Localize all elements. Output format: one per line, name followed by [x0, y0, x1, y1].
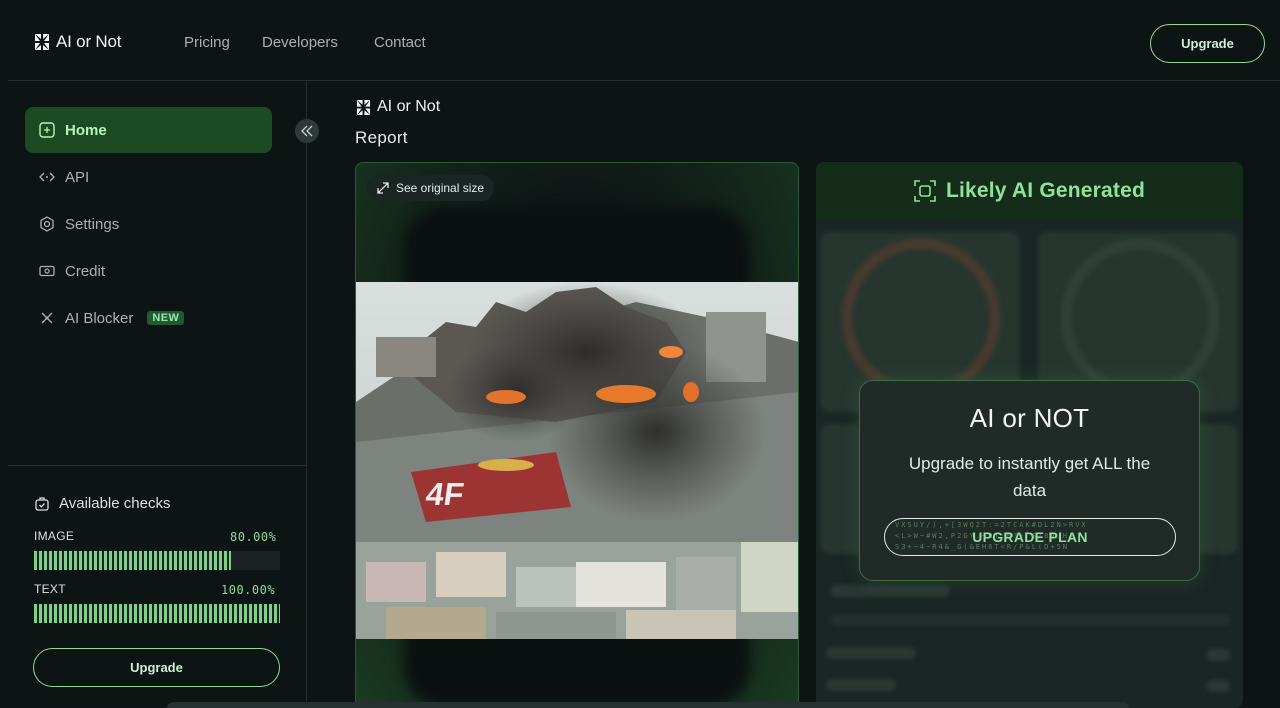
text-meter-value: 100.00%	[221, 583, 276, 597]
image-meter-fill	[34, 551, 231, 570]
available-checks-title: Available checks	[34, 495, 170, 512]
bottom-bar	[166, 702, 1130, 708]
home-icon	[39, 122, 55, 138]
blurred-row	[1206, 649, 1230, 661]
expand-icon	[377, 182, 389, 194]
logo-icon	[35, 34, 49, 50]
available-checks-label: Available checks	[59, 495, 171, 512]
sidebar-item-settings[interactable]: Settings	[25, 201, 272, 247]
nav-contact[interactable]: Contact	[374, 34, 426, 51]
sidebar-item-home[interactable]: Home	[25, 107, 272, 153]
sidebar-item-label: Home	[65, 121, 107, 139]
blurred-row	[826, 647, 916, 659]
sidebar-item-label: AI Blocker	[65, 309, 134, 327]
modal-title: AI or NOT	[969, 403, 1090, 433]
collapse-sidebar-button[interactable]	[295, 119, 319, 143]
upgrade-modal: AI or NOT Upgrade to instantly get ALL t…	[859, 380, 1200, 581]
image-meter-label: IMAGE	[34, 529, 75, 543]
sidebar-item-label: Settings	[65, 215, 120, 233]
analyzed-image-art: 4F	[356, 282, 798, 639]
result-verdict: Likely AI Generated	[945, 179, 1146, 202]
see-original-size-button[interactable]: See original size	[367, 175, 495, 201]
blurred-row	[830, 585, 950, 597]
sidebar-item-ai-blocker[interactable]: AI Blocker NEW	[25, 295, 272, 341]
brand-logo-link[interactable]: AI or Not	[34, 32, 121, 52]
sidebar-item-label: Credit	[65, 262, 106, 280]
sidebar-upgrade-button[interactable]: Upgrade	[33, 648, 280, 687]
top-nav: AI or Not Pricing Developers Contact Upg…	[0, 0, 1280, 81]
image-card: See original size 4F	[355, 162, 799, 708]
result-header: Likely AI Generated	[816, 162, 1243, 220]
nav-pricing[interactable]: Pricing	[184, 34, 230, 51]
blurred-row	[830, 614, 1230, 626]
image-meter-bar	[34, 551, 280, 570]
upgrade-plan-button[interactable]: VXSUY/),+[3WQ2T:=2TCAK#DL2N>RVX <L>W~#W2…	[884, 518, 1176, 556]
top-upgrade-button[interactable]: Upgrade	[1150, 24, 1265, 63]
report-brand: AI or Not	[356, 98, 440, 116]
scan-icon	[914, 180, 936, 202]
text-meter-bar	[34, 604, 280, 623]
sidebar-item-label: API	[65, 168, 90, 186]
gear-icon	[39, 216, 55, 232]
image-meter-value: 80.00%	[230, 530, 277, 544]
blocker-icon	[39, 310, 55, 326]
button-decoration: VXSUY/),+[3WQ2T:=2TCAK#DL2N>RVX	[895, 521, 1088, 529]
modal-text: Upgrade to instantly get ALL the data	[908, 454, 1151, 500]
sidebar-item-api[interactable]: API	[25, 154, 272, 200]
blurred-gauge	[1061, 239, 1219, 397]
report-brand-name: AI or Not	[377, 98, 441, 115]
sidebar-divider	[8, 465, 306, 466]
logo-icon	[356, 99, 371, 115]
page-title: Report	[355, 128, 408, 147]
nav-developers[interactable]: Developers	[262, 34, 338, 51]
checks-icon	[35, 496, 49, 511]
brand-name: AI or Not	[56, 32, 122, 51]
blurred-gauge	[842, 239, 1000, 397]
analyzed-image: 4F	[356, 282, 798, 639]
text-meter-fill	[34, 604, 280, 623]
svg-text:4F: 4F	[424, 476, 466, 512]
upgrade-plan-label: UPGRADE PLAN	[972, 529, 1088, 545]
blurred-row	[1206, 680, 1230, 692]
sidebar-item-credit[interactable]: Credit	[25, 248, 272, 294]
double-chevron-left-icon	[301, 125, 313, 137]
text-meter-label: TEXT	[34, 582, 66, 596]
blurred-row	[826, 679, 896, 691]
code-icon	[39, 169, 55, 185]
credit-icon	[39, 263, 55, 279]
new-badge: NEW	[147, 311, 185, 325]
see-original-size-label: See original size	[396, 181, 485, 195]
